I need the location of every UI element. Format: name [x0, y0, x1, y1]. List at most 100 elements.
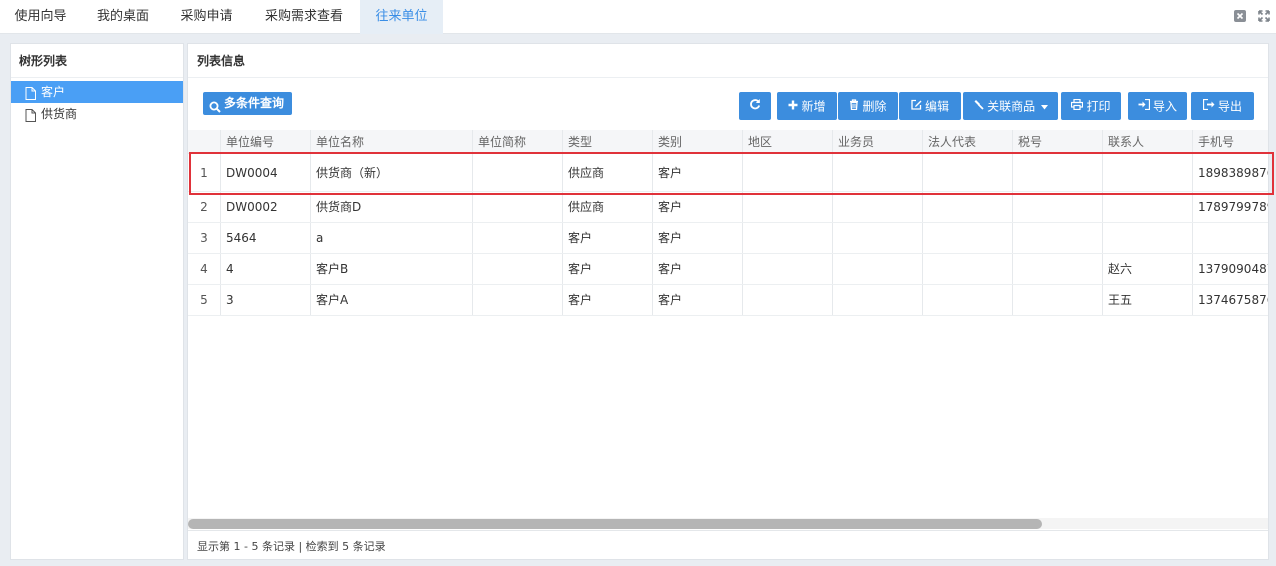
cell-code: 5464 — [221, 223, 311, 253]
data-grid: 单位编号 单位名称 单位简称 类型 类别 地区 业务员 法人代表 税号 联系人 … — [188, 130, 1268, 520]
print-button[interactable]: 打印 — [1061, 92, 1121, 120]
tree-panel: 树形列表 客户 供货商 — [10, 43, 184, 560]
column-header[interactable]: 联系人 — [1103, 130, 1193, 153]
cell-type: 供应商 — [563, 192, 653, 222]
scrollbar-thumb[interactable] — [188, 519, 1042, 529]
cell-type: 供应商 — [563, 154, 653, 191]
column-header[interactable]: 手机号 — [1193, 130, 1268, 153]
delete-button[interactable]: 删除 — [838, 92, 898, 120]
tab-bar: 使用向导 我的桌面 采购申请 采购需求查看 往来单位 — [0, 0, 1276, 34]
column-header[interactable]: 地区 — [743, 130, 833, 153]
edit-icon — [911, 92, 922, 120]
cell-salesperson — [833, 223, 923, 253]
cell-short — [473, 285, 563, 315]
cell-tax-id — [1013, 154, 1103, 191]
cell-code: DW0004 — [221, 154, 311, 191]
edit-label: 编辑 — [924, 99, 949, 114]
cell-region — [743, 192, 833, 222]
import-label: 导入 — [1152, 99, 1177, 114]
multi-query-button[interactable]: 多条件查询 — [203, 92, 292, 115]
tree-panel-title: 树形列表 — [11, 44, 183, 78]
cell-salesperson — [833, 192, 923, 222]
cell-region — [743, 223, 833, 253]
cell-type: 客户 — [563, 285, 653, 315]
import-button[interactable]: 导入 — [1128, 92, 1187, 120]
cell-short — [473, 192, 563, 222]
cell-code: 4 — [221, 254, 311, 284]
cell-name: a — [311, 223, 473, 253]
tab-desktop[interactable]: 我的桌面 — [81, 0, 165, 34]
cell-category: 客户 — [653, 223, 743, 253]
cell-type: 客户 — [563, 254, 653, 284]
cell-name: 客户B — [311, 254, 473, 284]
print-icon — [1071, 92, 1084, 120]
tab-guide[interactable]: 使用向导 — [0, 0, 81, 34]
tab-purchase-request[interactable]: 采购申请 — [165, 0, 248, 34]
row-index: 3 — [188, 223, 221, 253]
edit-button[interactable]: 编辑 — [899, 92, 961, 120]
table-row[interactable]: 4 4 客户B 客户 客户 赵六 13790904876 — [188, 254, 1268, 285]
cell-legal-rep — [923, 192, 1013, 222]
table-row[interactable]: 1 DW0004 供货商（新） 供应商 客户 18983898766 — [188, 154, 1268, 192]
export-button[interactable]: 导出 — [1191, 92, 1254, 120]
table-row[interactable]: 5 3 客户A 客户 客户 王五 13746758765 — [188, 285, 1268, 316]
refresh-button[interactable] — [739, 92, 771, 120]
cell-phone: 13746758765 — [1193, 285, 1268, 315]
column-header[interactable]: 类型 — [563, 130, 653, 153]
table-row[interactable]: 3 5464 a 客户 客户 — [188, 223, 1268, 254]
related-products-label: 关联商品 — [987, 99, 1036, 114]
trash-icon — [849, 92, 859, 120]
column-header[interactable]: 单位简称 — [473, 130, 563, 153]
cell-tax-id — [1013, 223, 1103, 253]
cell-tax-id — [1013, 192, 1103, 222]
cell-region — [743, 254, 833, 284]
file-icon — [25, 107, 36, 129]
cell-legal-rep — [923, 254, 1013, 284]
cell-category: 客户 — [653, 154, 743, 191]
cell-phone: 17897997899 — [1193, 192, 1268, 222]
window-controls — [1226, 10, 1270, 24]
cell-contact — [1103, 192, 1193, 222]
table-row[interactable]: 2 DW0002 供货商D 供应商 客户 17897997899 — [188, 192, 1268, 223]
column-header[interactable]: 单位编号 — [221, 130, 311, 153]
delete-label: 删除 — [862, 99, 887, 114]
tree-node-customer[interactable]: 客户 — [11, 81, 183, 103]
cell-legal-rep — [923, 285, 1013, 315]
cell-short — [473, 254, 563, 284]
cell-salesperson — [833, 285, 923, 315]
related-products-dropdown[interactable]: 关联商品 — [963, 92, 1058, 120]
cell-category: 客户 — [653, 254, 743, 284]
tab-partners[interactable]: 往来单位 — [360, 0, 443, 34]
multi-query-label: 多条件查询 — [224, 96, 285, 110]
cell-short — [473, 154, 563, 191]
table-header: 单位编号 单位名称 单位简称 类型 类别 地区 业务员 法人代表 税号 联系人 … — [188, 130, 1268, 154]
search-icon — [209, 98, 221, 121]
cell-name: 客户A — [311, 285, 473, 315]
list-panel-title: 列表信息 — [188, 44, 1268, 78]
tree-node-supplier[interactable]: 供货商 — [11, 103, 183, 125]
cell-salesperson — [833, 154, 923, 191]
cell-category: 客户 — [653, 285, 743, 315]
column-header[interactable]: 单位名称 — [311, 130, 473, 153]
column-header[interactable]: 类别 — [653, 130, 743, 153]
cell-code: 3 — [221, 285, 311, 315]
cell-short — [473, 223, 563, 253]
column-header[interactable]: 法人代表 — [923, 130, 1013, 153]
cell-phone: 18983898766 — [1193, 154, 1268, 191]
column-header[interactable]: 税号 — [1013, 130, 1103, 153]
row-index: 4 — [188, 254, 221, 284]
horizontal-scrollbar[interactable] — [188, 518, 1268, 529]
row-index: 2 — [188, 192, 221, 222]
tab-purchase-demand[interactable]: 采购需求查看 — [248, 0, 360, 34]
cell-contact: 王五 — [1103, 285, 1193, 315]
export-label: 导出 — [1217, 99, 1242, 114]
cell-contact — [1103, 154, 1193, 191]
column-header-index — [188, 130, 221, 153]
add-button[interactable]: 新增 — [777, 92, 837, 120]
fullscreen-icon[interactable] — [1258, 10, 1270, 22]
cell-tax-id — [1013, 254, 1103, 284]
column-header[interactable]: 业务员 — [833, 130, 923, 153]
tree-list: 客户 供货商 — [11, 78, 183, 125]
caret-down-icon — [1040, 92, 1048, 120]
close-tab-icon[interactable] — [1234, 10, 1247, 22]
